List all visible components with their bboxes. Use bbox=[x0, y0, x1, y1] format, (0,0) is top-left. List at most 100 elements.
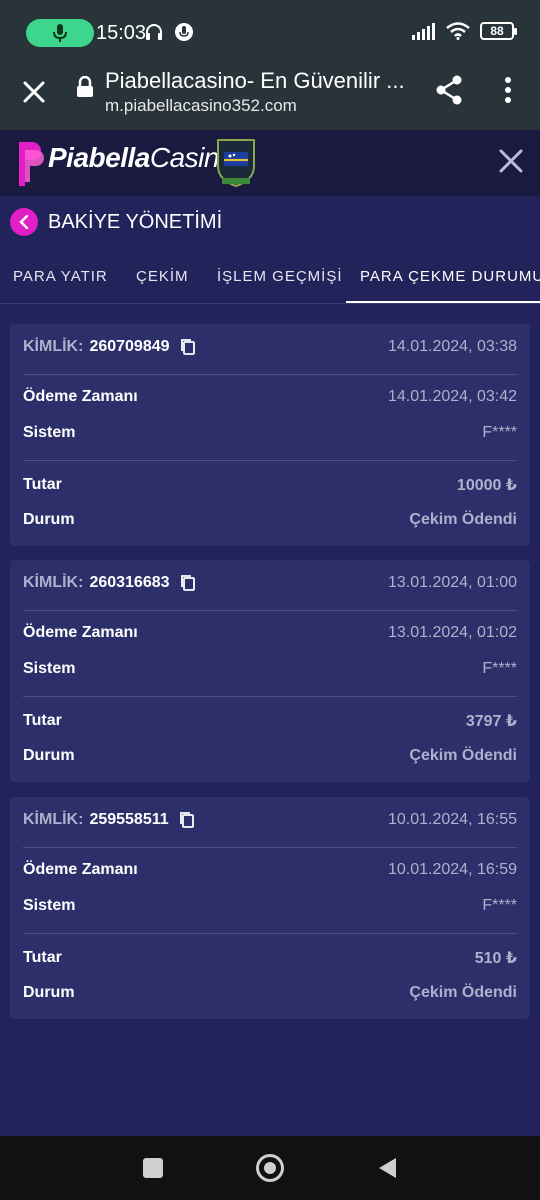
system-value: F**** bbox=[482, 424, 517, 441]
page-url[interactable]: m.piabellacasino352.com bbox=[105, 96, 297, 116]
home-button[interactable] bbox=[256, 1154, 284, 1182]
id-label: KİMLİK: bbox=[23, 574, 84, 591]
withdrawal-id-row: KİMLİK: 260316683 13.01.2024, 01:00 bbox=[23, 574, 517, 592]
amount-label: Tutar bbox=[23, 712, 62, 729]
card-divider bbox=[23, 847, 517, 848]
tab-bar: PARA YATIR ÇEKİM İŞLEM GEÇMİŞİ PARA ÇEKM… bbox=[0, 254, 540, 304]
system-row: Sistem F**** bbox=[23, 424, 517, 442]
amount-label: Tutar bbox=[23, 476, 62, 493]
payment-time-value: 10.01.2024, 16:59 bbox=[387, 861, 517, 878]
status-row: Durum Çekim Ödendi bbox=[23, 511, 517, 529]
withdrawal-id: 259558511 bbox=[89, 811, 169, 828]
tab-transaction-history[interactable]: İŞLEM GEÇMİŞİ bbox=[217, 268, 343, 285]
system-navigation-bar bbox=[0, 1136, 540, 1200]
withdrawal-id: 260316683 bbox=[89, 574, 170, 591]
system-label: Sistem bbox=[23, 424, 76, 441]
system-label: Sistem bbox=[23, 660, 76, 677]
card-divider bbox=[23, 933, 517, 934]
tab-withdraw[interactable]: ÇEKİM bbox=[136, 268, 189, 285]
back-triangle-icon[interactable] bbox=[376, 1156, 398, 1180]
request-date: 13.01.2024, 01:00 bbox=[387, 574, 517, 591]
payment-time-value: 13.01.2024, 01:02 bbox=[387, 624, 517, 641]
active-tab-indicator bbox=[346, 301, 540, 303]
status-label: Durum bbox=[23, 511, 75, 528]
site-logo-text[interactable]: PiabellaCasino bbox=[48, 142, 235, 174]
system-row: Sistem F**** bbox=[23, 897, 517, 915]
withdrawal-id-group: KİMLİK: 259558511 bbox=[23, 811, 195, 829]
status-bar: 15:03 88 bbox=[0, 0, 540, 64]
card-divider bbox=[23, 460, 517, 461]
tab-withdrawal-status[interactable]: PARA ÇEKME DURUMU bbox=[360, 268, 540, 285]
browser-toolbar: Piabellacasino- En Güvenilir ... m.piabe… bbox=[0, 64, 540, 130]
withdrawal-card: KİMLİK: 259558511 10.01.2024, 16:55 Ödem… bbox=[10, 797, 530, 1019]
payment-time-row: Ödeme Zamanı 14.01.2024, 03:42 bbox=[23, 388, 517, 406]
copy-icon[interactable] bbox=[179, 811, 195, 829]
withdrawal-id: 260709849 bbox=[89, 338, 170, 355]
site-header: PiabellaCasino bbox=[0, 130, 540, 196]
mic-indicator bbox=[26, 19, 94, 47]
microphone-icon bbox=[53, 24, 67, 42]
withdrawal-card: KİMLİK: 260316683 13.01.2024, 01:00 Ödem… bbox=[10, 560, 530, 782]
amount-row: Tutar 3797 ₺ bbox=[23, 711, 517, 731]
payment-time-row: Ödeme Zamanı 13.01.2024, 01:02 bbox=[23, 624, 517, 642]
withdrawal-id-row: KİMLİK: 259558511 10.01.2024, 16:55 bbox=[23, 811, 517, 829]
withdrawal-id-group: KİMLİK: 260316683 bbox=[23, 574, 196, 592]
status-row: Durum Çekim Ödendi bbox=[23, 747, 517, 765]
withdrawal-id-group: KİMLİK: 260709849 bbox=[23, 338, 196, 356]
battery-indicator: 88 bbox=[480, 22, 517, 40]
amount-row: Tutar 510 ₺ bbox=[23, 948, 517, 968]
mic-status-icon bbox=[175, 23, 193, 41]
section-title: BAKİYE YÖNETİMİ bbox=[48, 211, 223, 233]
more-options-icon[interactable] bbox=[498, 74, 518, 106]
payment-time-label: Ödeme Zamanı bbox=[23, 624, 138, 641]
curacao-license-badge-icon[interactable] bbox=[214, 136, 258, 188]
amount-row: Tutar 10000 ₺ bbox=[23, 475, 517, 495]
status-value: Çekim Ödendi bbox=[409, 984, 517, 1001]
amount-value: 3797 ₺ bbox=[465, 713, 517, 730]
payment-time-value: 14.01.2024, 03:42 bbox=[387, 388, 517, 405]
card-divider bbox=[23, 610, 517, 611]
status-time: 15:03 bbox=[96, 22, 147, 44]
back-button[interactable] bbox=[10, 208, 38, 236]
headset-icon bbox=[146, 24, 162, 40]
amount-value: 510 ₺ bbox=[474, 950, 517, 967]
recent-apps-button[interactable] bbox=[143, 1158, 163, 1178]
close-menu-icon[interactable] bbox=[498, 148, 524, 174]
card-divider bbox=[23, 374, 517, 375]
copy-icon[interactable] bbox=[180, 574, 196, 592]
id-label: KİMLİK: bbox=[23, 338, 84, 355]
amount-label: Tutar bbox=[23, 949, 62, 966]
status-notification-icons bbox=[144, 22, 194, 42]
request-date: 14.01.2024, 03:38 bbox=[387, 338, 517, 355]
status-value: Çekim Ödendi bbox=[409, 747, 517, 764]
signal-icon bbox=[412, 23, 435, 40]
payment-time-row: Ödeme Zamanı 10.01.2024, 16:59 bbox=[23, 861, 517, 879]
system-value: F**** bbox=[482, 660, 517, 677]
payment-time-label: Ödeme Zamanı bbox=[23, 861, 138, 878]
status-label: Durum bbox=[23, 984, 75, 1001]
lock-icon bbox=[77, 76, 93, 97]
request-date: 10.01.2024, 16:55 bbox=[387, 811, 517, 828]
battery-level: 88 bbox=[490, 24, 504, 38]
piabella-logo-icon[interactable] bbox=[16, 138, 48, 188]
close-tab-icon[interactable] bbox=[20, 78, 48, 106]
amount-value: 10000 ₺ bbox=[456, 477, 517, 494]
copy-icon[interactable] bbox=[180, 338, 196, 356]
tab-deposit[interactable]: PARA YATIR bbox=[13, 268, 108, 285]
status-row: Durum Çekim Ödendi bbox=[23, 984, 517, 1002]
system-value: F**** bbox=[482, 897, 517, 914]
share-icon[interactable] bbox=[434, 74, 464, 106]
withdrawal-card: KİMLİK: 260709849 14.01.2024, 03:38 Ödem… bbox=[10, 324, 530, 546]
payment-time-label: Ödeme Zamanı bbox=[23, 388, 138, 405]
system-row: Sistem F**** bbox=[23, 660, 517, 678]
page-title: Piabellacasino- En Güvenilir ... bbox=[105, 68, 405, 93]
balance-management-panel: BAKİYE YÖNETİMİ PARA YATIR ÇEKİM İŞLEM G… bbox=[0, 196, 540, 1136]
card-divider bbox=[23, 696, 517, 697]
status-system-icons: 88 bbox=[412, 22, 517, 40]
id-label: KİMLİK: bbox=[23, 811, 84, 828]
withdrawal-id-row: KİMLİK: 260709849 14.01.2024, 03:38 bbox=[23, 338, 517, 356]
logo-bold-text: Piabella bbox=[48, 142, 150, 173]
system-label: Sistem bbox=[23, 897, 76, 914]
section-header: BAKİYE YÖNETİMİ bbox=[0, 196, 540, 248]
status-label: Durum bbox=[23, 747, 75, 764]
